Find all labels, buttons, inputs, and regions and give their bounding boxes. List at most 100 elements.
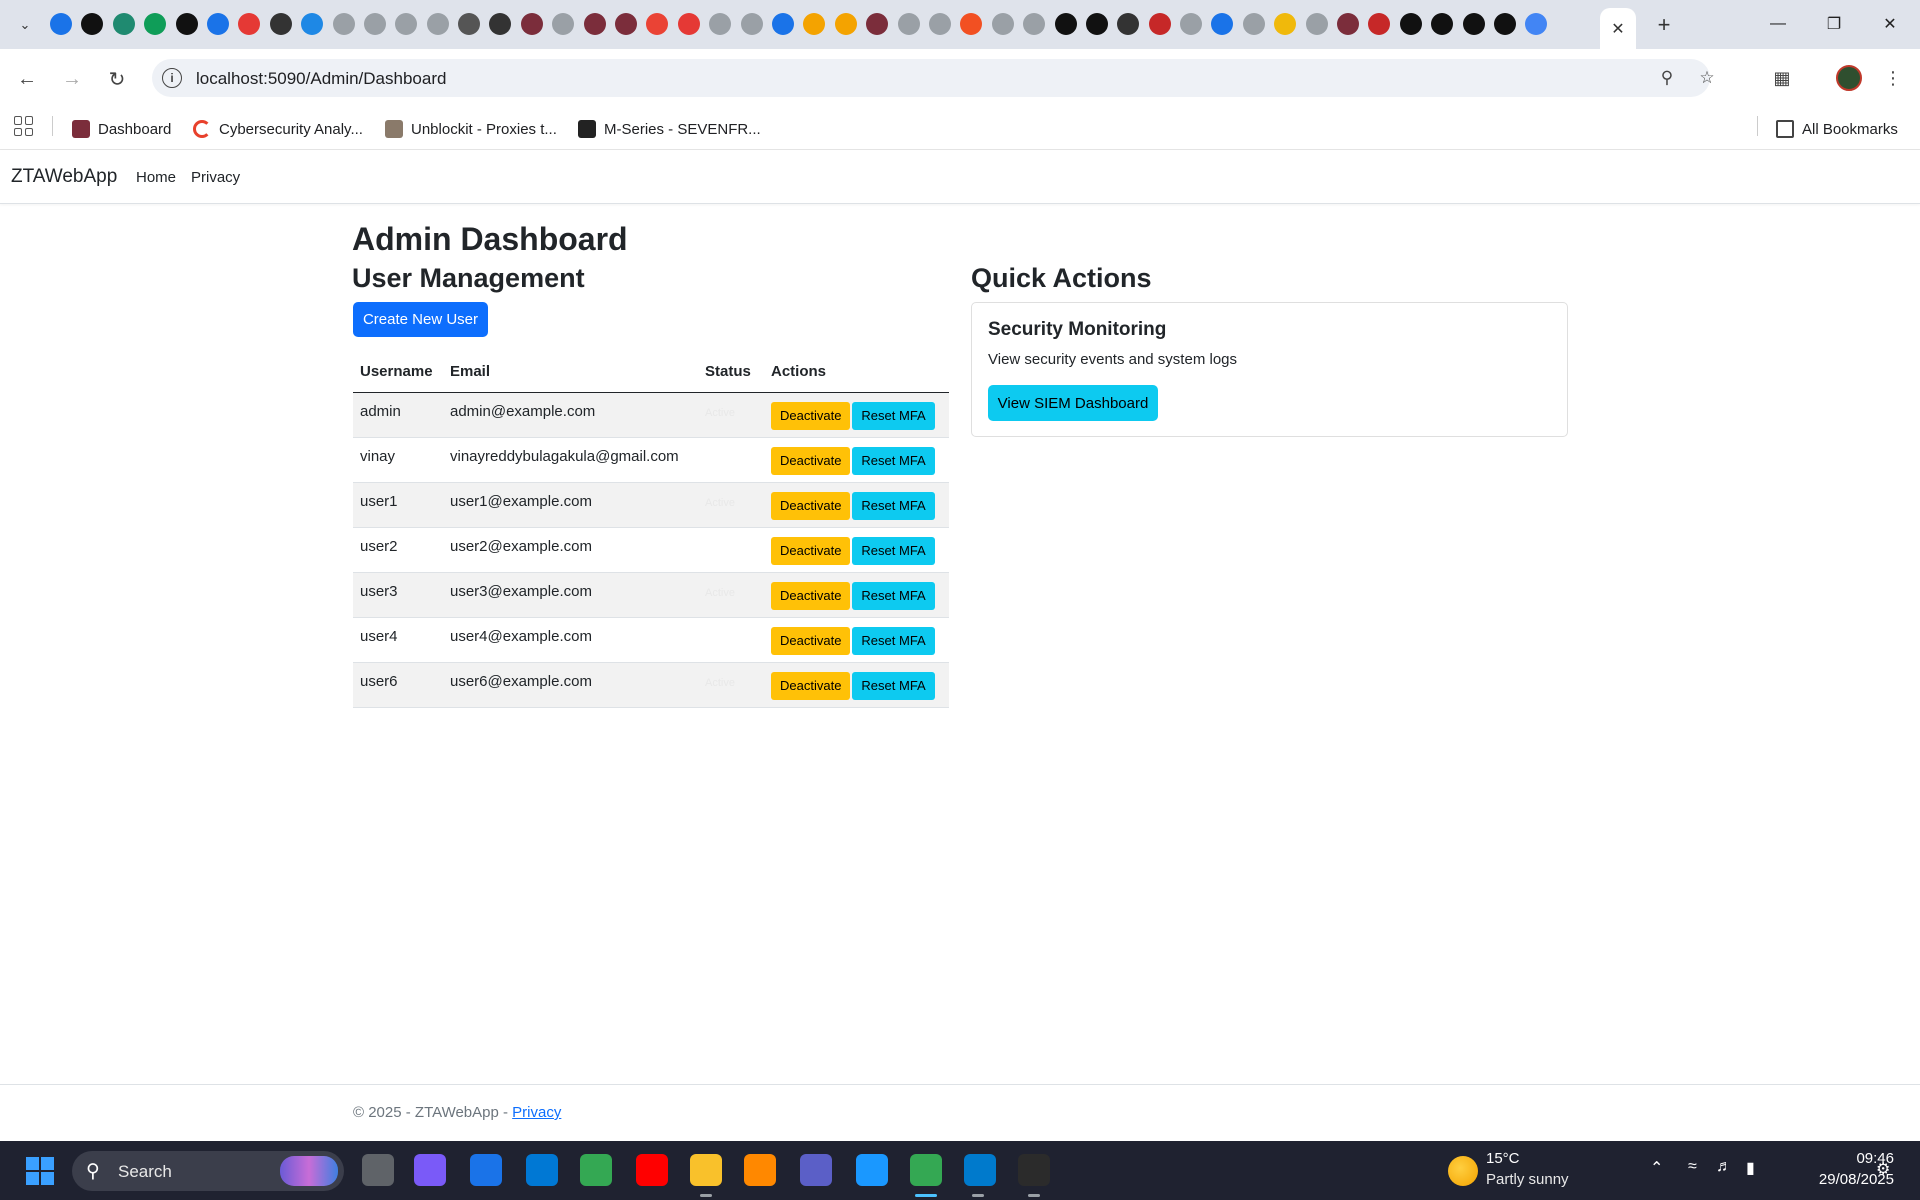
taskbar-app-chrome-icon[interactable]	[580, 1154, 612, 1186]
bookmark-cybersecurity[interactable]: Cybersecurity Analy...	[193, 117, 363, 141]
deactivate-button[interactable]: Deactivate	[771, 402, 851, 430]
volume-icon[interactable]: ♬	[1716, 1158, 1732, 1176]
taskbar-search[interactable]: ⚲ Search	[72, 1151, 344, 1191]
deactivate-button[interactable]: Deactivate	[771, 672, 851, 700]
taskbar-app-prime-video-icon[interactable]	[856, 1154, 888, 1186]
tab-favicon-icon[interactable]	[1399, 13, 1422, 35]
taskbar-app-azure-icon[interactable]	[526, 1154, 558, 1186]
tab-favicon-icon[interactable]	[144, 13, 167, 35]
back-arrow-icon[interactable]: ←	[12, 64, 42, 94]
wifi-icon[interactable]: ≈	[1688, 1158, 1697, 1176]
tab-favicon-icon[interactable]	[1242, 13, 1265, 35]
tab-favicon-icon[interactable]	[395, 13, 418, 35]
deactivate-button[interactable]: Deactivate	[771, 582, 851, 610]
taskbar-app-youtube-icon[interactable]	[636, 1154, 668, 1186]
tab-favicon-icon[interactable]	[709, 13, 732, 35]
kebab-menu-icon[interactable]: ⋮	[1878, 63, 1908, 93]
notifications-gear-icon[interactable]: ⚙	[1876, 1159, 1890, 1179]
taskbar-app-vscode-icon[interactable]	[964, 1154, 996, 1186]
tab-favicon-icon[interactable]	[1148, 13, 1171, 35]
taskbar-app-store-icon[interactable]	[470, 1154, 502, 1186]
tab-favicon-icon[interactable]	[991, 13, 1014, 35]
tab-favicon-icon[interactable]	[552, 13, 575, 35]
tab-favicon-icon[interactable]	[50, 13, 72, 35]
all-bookmarks[interactable]: All Bookmarks	[1776, 117, 1898, 141]
footer-privacy-link[interactable]: Privacy	[512, 1104, 561, 1121]
tab-favicon-icon[interactable]	[960, 13, 983, 35]
taskbar-app-teams-icon[interactable]	[800, 1154, 832, 1186]
taskbar-app-chrome-active-icon[interactable]	[910, 1154, 942, 1186]
tab-favicon-icon[interactable]	[1305, 13, 1328, 35]
forward-arrow-icon[interactable]: →	[57, 64, 87, 94]
taskbar-app-terminal-icon[interactable]	[1018, 1154, 1050, 1186]
tab-favicon-icon[interactable]	[269, 13, 292, 35]
tab-search-chevron-icon[interactable]: ⌄	[12, 12, 38, 38]
taskbar-app-copilot-icon[interactable]	[414, 1154, 446, 1186]
tab-favicon-icon[interactable]	[81, 13, 104, 35]
bookmark-dashboard[interactable]: Dashboard	[72, 117, 171, 141]
address-bar[interactable]: i localhost:5090/Admin/Dashboard ⚲ ☆	[152, 59, 1715, 97]
reload-icon[interactable]: ↻	[102, 64, 132, 94]
weather-description[interactable]: Partly sunny	[1486, 1171, 1569, 1188]
tab-favicon-icon[interactable]	[740, 13, 763, 35]
new-tab-button[interactable]: +	[1650, 11, 1678, 39]
tab-favicon-icon[interactable]	[803, 13, 826, 35]
tab-favicon-icon[interactable]	[646, 13, 669, 35]
reset-mfa-button[interactable]: Reset MFA	[852, 627, 935, 655]
tab-favicon-icon[interactable]	[1274, 13, 1297, 35]
reset-mfa-button[interactable]: Reset MFA	[852, 447, 935, 475]
tab-favicon-icon[interactable]	[112, 13, 135, 35]
tab-favicon-icon[interactable]	[458, 13, 481, 35]
minimize-icon[interactable]: —	[1750, 0, 1806, 48]
reset-mfa-button[interactable]: Reset MFA	[852, 672, 935, 700]
tab-favicon-icon[interactable]	[1085, 13, 1108, 35]
taskbar-app-file-explorer-icon[interactable]	[690, 1154, 722, 1186]
tab-favicon-icon[interactable]	[1023, 13, 1046, 35]
site-info-icon[interactable]: i	[162, 68, 182, 88]
tab-favicon-icon[interactable]	[677, 13, 700, 35]
taskbar-app-task-view-icon[interactable]	[362, 1154, 394, 1186]
deactivate-button[interactable]: Deactivate	[771, 492, 851, 520]
tab-favicon-icon[interactable]	[1493, 13, 1516, 35]
tab-favicon-icon[interactable]	[426, 13, 449, 35]
active-tab[interactable]: ✕	[1600, 8, 1636, 49]
reset-mfa-button[interactable]: Reset MFA	[852, 537, 935, 565]
create-new-user-button[interactable]: Create New User	[353, 302, 488, 337]
url-text[interactable]: localhost:5090/Admin/Dashboard	[196, 69, 446, 89]
extensions-icon[interactable]: ▦	[1767, 63, 1797, 93]
tab-favicon-icon[interactable]	[1431, 13, 1454, 35]
app-brand[interactable]: ZTAWebApp	[11, 166, 117, 188]
profile-avatar[interactable]	[1836, 65, 1862, 91]
tab-favicon-icon[interactable]	[1525, 13, 1548, 35]
star-bookmark-icon[interactable]: ☆	[1696, 67, 1718, 89]
tab-favicon-icon[interactable]	[489, 13, 512, 35]
windows-start-icon[interactable]	[26, 1157, 54, 1185]
zoom-icon[interactable]: ⚲	[1656, 67, 1678, 89]
restore-icon[interactable]: ❐	[1806, 0, 1862, 48]
tab-favicon-icon[interactable]	[175, 13, 198, 35]
reset-mfa-button[interactable]: Reset MFA	[852, 492, 935, 520]
deactivate-button[interactable]: Deactivate	[771, 627, 851, 655]
reset-mfa-button[interactable]: Reset MFA	[852, 582, 935, 610]
tab-favicon-icon[interactable]	[928, 13, 951, 35]
nav-link-privacy[interactable]: Privacy	[191, 169, 240, 186]
tab-favicon-icon[interactable]	[520, 13, 543, 35]
tab-close-icon[interactable]: ✕	[1611, 19, 1624, 39]
nav-link-home[interactable]: Home	[136, 169, 176, 186]
bookmark-unblockit[interactable]: Unblockit - Proxies t...	[385, 117, 557, 141]
tab-favicon-icon[interactable]	[332, 13, 355, 35]
tab-favicon-icon[interactable]	[1180, 13, 1203, 35]
apps-grid-icon[interactable]	[14, 116, 34, 136]
weather-sun-icon[interactable]	[1448, 1156, 1478, 1186]
tab-favicon-icon[interactable]	[1211, 13, 1234, 35]
bookmark-m-series[interactable]: M-Series - SEVENFR...	[578, 117, 761, 141]
tab-favicon-icon[interactable]	[897, 13, 920, 35]
view-siem-dashboard-button[interactable]: View SIEM Dashboard	[988, 385, 1158, 421]
tab-favicon-icon[interactable]	[615, 13, 638, 35]
tab-favicon-icon[interactable]	[583, 13, 606, 35]
close-window-icon[interactable]: ✕	[1862, 0, 1918, 48]
deactivate-button[interactable]: Deactivate	[771, 537, 851, 565]
deactivate-button[interactable]: Deactivate	[771, 447, 851, 475]
taskbar-app-vlc-icon[interactable]	[744, 1154, 776, 1186]
show-hidden-icons-chevron-icon[interactable]: ⌃	[1650, 1158, 1663, 1178]
